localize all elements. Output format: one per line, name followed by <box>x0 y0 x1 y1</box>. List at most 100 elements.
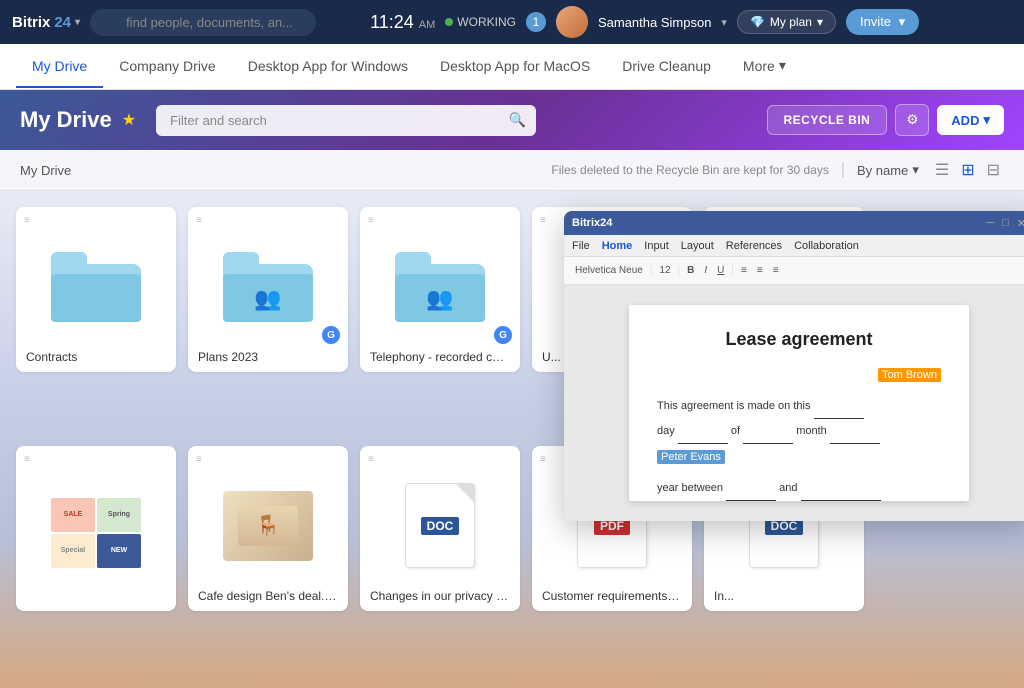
filter-input[interactable] <box>156 105 536 136</box>
blank-field-5 <box>726 476 776 501</box>
add-button[interactable]: ADD ▾ <box>937 105 1004 135</box>
status-indicator <box>445 18 453 26</box>
notification-badge[interactable]: 1 <box>526 12 546 32</box>
page-header: My Drive ★ 🔍 RECYCLE BIN ⚙ ADD ▾ <box>0 90 1024 150</box>
file-card-cafe[interactable]: ≡ 🪑 Cafe design Ben's deal.jpg <box>188 446 348 611</box>
card-menu-icon[interactable]: ≡ <box>368 215 374 226</box>
badge-letter: G <box>499 330 507 341</box>
maximize-icon[interactable]: □ <box>1002 217 1009 230</box>
card-menu-icon[interactable]: ≡ <box>540 454 546 465</box>
favorite-star-icon[interactable]: ★ <box>122 110 136 130</box>
tab-desktop-macos[interactable]: Desktop App for MacOS <box>424 46 606 88</box>
toolbar-align-left[interactable]: ≡ <box>738 264 750 277</box>
my-plan-button[interactable]: 💎 My plan ▾ <box>737 10 836 34</box>
invite-button[interactable]: Invite ▾ <box>846 9 919 35</box>
time-value: 11:24 <box>370 12 414 32</box>
add-label: ADD <box>951 113 979 128</box>
preview-content: Lease agreement Tom Brown This agreement… <box>564 285 1024 521</box>
grid-view-button[interactable]: ⊞ <box>957 158 978 182</box>
card-menu-icon[interactable]: ≡ <box>540 215 546 226</box>
file-card-plans[interactable]: ≡ 👥 Plans 2023 G <box>188 207 348 372</box>
folder-icon <box>51 252 141 322</box>
sort-button[interactable]: By name ▾ <box>857 162 919 178</box>
breadcrumb-right: Files deleted to the Recycle Bin are kep… <box>551 158 1004 182</box>
preview-doc-title: Lease agreement <box>657 329 941 350</box>
breadcrumb-info: Files deleted to the Recycle Bin are kep… <box>551 163 828 177</box>
tab-my-drive[interactable]: My Drive <box>16 46 103 88</box>
toolbar-bold[interactable]: B <box>684 264 697 277</box>
folder-people-icon-sym: 👥 <box>426 286 453 312</box>
add-dropdown-icon: ▾ <box>983 112 990 128</box>
username[interactable]: Samantha Simpson <box>598 15 711 30</box>
card-menu-icon[interactable]: ≡ <box>368 454 374 465</box>
avatar[interactable] <box>556 6 588 38</box>
folder-people-icon2: 👥 <box>395 252 485 322</box>
file-name: Customer requirements.pdf <box>540 589 684 603</box>
file-card-changes[interactable]: ≡ DOC Changes in our privacy poli... <box>360 446 520 611</box>
preview-titlebar: Bitrix24 ─ □ ✕ <box>564 211 1024 235</box>
logo[interactable]: Bitrix 24 ▾ <box>12 14 80 31</box>
header-actions: RECYCLE BIN ⚙ ADD ▾ <box>767 104 1005 136</box>
sort-label: By name <box>857 163 908 178</box>
toolbar-align-right[interactable]: ≡ <box>770 264 782 277</box>
toolbar-size[interactable]: 12 <box>656 264 673 277</box>
file-card-telephony[interactable]: ≡ 👥 Telephony - recorded calls G <box>360 207 520 372</box>
filter-search-icon: 🔍 <box>509 112 526 129</box>
search-wrapper: 🔍 <box>90 9 350 36</box>
settings-button[interactable]: ⚙ <box>895 104 929 136</box>
blank-field-1 <box>814 394 864 419</box>
sort-chevron-icon: ▾ <box>912 162 919 178</box>
toolbar-underline[interactable]: U <box>714 264 727 277</box>
highlight-name1: Tom Brown <box>878 368 941 382</box>
nav-tabs: My Drive Company Drive Desktop App for W… <box>0 44 1024 90</box>
page-title: My Drive <box>20 107 112 133</box>
tab-more[interactable]: More ▾ <box>727 45 802 88</box>
list-view-button[interactable]: ☰ <box>931 158 953 182</box>
preview-doc-body: Tom Brown This agreement is made on this… <box>657 366 941 501</box>
main-content: ≡ Contracts ≡ 👥 Plans 2023 G ≡ <box>0 191 1024 688</box>
blank-field-6 <box>801 476 881 501</box>
toolbar-italic[interactable]: I <box>701 264 710 277</box>
file-card-contracts[interactable]: ≡ Contracts <box>16 207 176 372</box>
tab-desktop-windows[interactable]: Desktop App for Windows <box>232 46 424 88</box>
large-grid-view-button[interactable]: ⊟ <box>983 158 1004 182</box>
username-dropdown[interactable]: ▾ <box>721 16 727 29</box>
collab-badge: G <box>494 326 512 344</box>
sale-icon-area: SALE Spring Special NEW <box>24 469 168 597</box>
menu-home[interactable]: Home <box>602 240 633 252</box>
card-menu-icon[interactable]: ≡ <box>24 215 30 226</box>
menu-collaboration[interactable]: Collaboration <box>794 240 859 252</box>
tab-company-drive[interactable]: Company Drive <box>103 46 231 88</box>
clock: 11:24 AM <box>370 13 435 31</box>
minimize-icon[interactable]: ─ <box>986 217 994 230</box>
card-menu-icon[interactable]: ≡ <box>196 215 202 226</box>
image-thumbnail: 🪑 <box>223 491 313 561</box>
logo-dropdown-icon[interactable]: ▾ <box>75 17 80 28</box>
notif-count: 1 <box>533 15 540 29</box>
doc-icon-area2: DOC <box>368 469 512 583</box>
logo-text: Bitrix <box>12 14 50 31</box>
recycle-bin-button[interactable]: RECYCLE BIN <box>767 105 888 135</box>
folder-icon-area <box>24 230 168 344</box>
file-name: Plans 2023 <box>196 350 340 364</box>
close-icon[interactable]: ✕ <box>1017 217 1024 230</box>
tab-drive-cleanup[interactable]: Drive Cleanup <box>606 46 727 88</box>
menu-file[interactable]: File <box>572 240 590 252</box>
search-input[interactable] <box>90 9 316 36</box>
toolbar-align-center[interactable]: ≡ <box>754 264 766 277</box>
collab-badge: G <box>322 326 340 344</box>
file-card-sale[interactable]: ≡ SALE Spring Special NEW <box>16 446 176 611</box>
menu-input[interactable]: Input <box>644 240 668 252</box>
more-chevron-icon: ▾ <box>779 57 786 74</box>
folder-icon-area: 👥 <box>368 230 512 344</box>
menu-layout[interactable]: Layout <box>681 240 714 252</box>
plan-dropdown: ▾ <box>817 15 823 29</box>
toolbar-font[interactable]: Helvetica Neue <box>572 264 646 277</box>
blank-field-2 <box>678 419 728 444</box>
card-menu-icon[interactable]: ≡ <box>196 454 202 465</box>
sale-cell-4: NEW <box>97 534 141 568</box>
menu-references[interactable]: References <box>726 240 782 252</box>
divider: | <box>841 161 845 179</box>
card-menu-icon[interactable]: ≡ <box>24 454 30 465</box>
file-name: Telephony - recorded calls <box>368 350 512 364</box>
